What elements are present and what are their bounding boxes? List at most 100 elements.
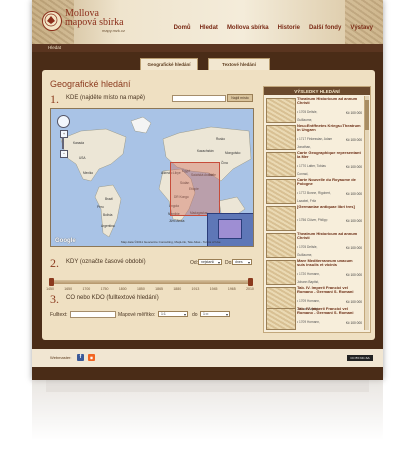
scale-to-label: do bbox=[192, 312, 198, 318]
result-thumbnail[interactable] bbox=[266, 233, 296, 258]
result-item[interactable]: Carte Geographique representant la Mer •… bbox=[266, 150, 362, 178]
place-search-input[interactable] bbox=[172, 95, 226, 102]
scale-from-select[interactable]: 1:1 bbox=[158, 311, 188, 317]
map-zoom-out-button[interactable]: − bbox=[60, 150, 68, 158]
results-scrollbar[interactable] bbox=[364, 96, 369, 330]
breadcrumb-bar: Hledat bbox=[32, 44, 383, 52]
timeline-end-handle[interactable] bbox=[248, 278, 253, 286]
map-label-bolivia: Bolivia bbox=[103, 213, 113, 217]
timeline-tick: 1913 bbox=[191, 287, 200, 291]
result-title[interactable]: Mare Mediterraneum unacum suis insulis e… bbox=[297, 258, 361, 268]
search-map[interactable]: Kanada USA Mexiko Brazil Peru Bolivia Ar… bbox=[50, 108, 254, 247]
from-select[interactable]: nejstarší bbox=[198, 259, 222, 265]
result-title[interactable]: Tab. IV. Imperii Francici vel Romano - G… bbox=[297, 285, 361, 295]
find-place-button[interactable]: Najdi místo bbox=[227, 94, 253, 102]
timeline-tick: 1450 bbox=[46, 287, 54, 291]
scale-label: Mapové měřítko: bbox=[118, 312, 156, 318]
result-seller: Conrad, bbox=[297, 172, 309, 176]
result-thumbnail[interactable] bbox=[266, 260, 296, 285]
fulltext-label: Fulltext: bbox=[50, 312, 68, 318]
footer: Webmaster: f ◉ CC BY-NC-SA bbox=[32, 349, 383, 367]
result-thumbnail[interactable] bbox=[266, 98, 296, 123]
map-label-argentina: Argentina bbox=[101, 224, 115, 228]
google-logo: Google bbox=[55, 238, 76, 244]
result-title[interactable]: Tab. IV. Imperii Francici vel Romano - G… bbox=[297, 306, 361, 316]
result-price: Kč 100 000 bbox=[345, 138, 362, 142]
top-nav: Domů Hledat Mollova sbírka Historie Dalš… bbox=[174, 25, 373, 31]
result-item[interactable]: Theatrum Historicum ad annum Christi • 1… bbox=[266, 231, 362, 259]
step2-number: 2. bbox=[50, 256, 59, 270]
map-pan-control[interactable] bbox=[57, 115, 70, 128]
search-panel: Geografické hledání 1. KDE (najděte míst… bbox=[42, 70, 375, 340]
result-item[interactable]: Carte Nouvelle du Royaume de Pologne • 1… bbox=[266, 177, 362, 205]
timeline-tick: 1865 bbox=[155, 287, 163, 291]
result-item[interactable]: Neu=Entffnetes Kriegs=Theatrum in Ungarn… bbox=[266, 123, 362, 151]
result-price: Kč 100 000 bbox=[345, 321, 362, 325]
map-attribution: Map data ©2011 Geocentre Consulting, Map… bbox=[121, 240, 221, 244]
step3-number: 3. bbox=[50, 292, 59, 306]
result-thumbnail[interactable] bbox=[266, 179, 296, 204]
result-seller: Guillaume, bbox=[297, 118, 313, 122]
result-item[interactable]: Theatrum Historicum ad annum Christi • 1… bbox=[266, 96, 362, 124]
result-title[interactable]: [Germaniae antiquae libri tres] bbox=[297, 204, 361, 209]
timeline-tick: 1880 bbox=[173, 287, 182, 291]
result-title[interactable]: Carte Nouvelle du Royaume de Pologne bbox=[297, 177, 361, 187]
map-overview-viewport[interactable] bbox=[218, 219, 242, 239]
result-thumbnail[interactable] bbox=[266, 206, 296, 231]
map-label-cina: Čína bbox=[221, 161, 228, 165]
rss-icon[interactable]: ◉ bbox=[88, 354, 95, 361]
result-title[interactable]: Theatrum Historicum ad annum Christi bbox=[297, 231, 361, 241]
timeline-tick: 1750 bbox=[100, 287, 109, 291]
nav-dalsi-fondy[interactable]: Další fondy bbox=[309, 25, 341, 31]
result-price: Kč 100 000 bbox=[345, 273, 362, 277]
result-seller: Johann Baptist, bbox=[297, 280, 319, 284]
logo-title-line2[interactable]: mapová sbírka bbox=[65, 18, 124, 28]
nav-domu[interactable]: Domů bbox=[174, 25, 191, 31]
logo-url: mapy.mzk.cz bbox=[102, 28, 126, 33]
timeline-tick: 1945 bbox=[209, 287, 218, 291]
result-seller: Guillaume, bbox=[297, 253, 313, 257]
map-label-mongolsko: Mongolsko bbox=[225, 151, 241, 155]
cc-license-badge[interactable]: CC BY-NC-SA bbox=[347, 355, 373, 361]
nav-vystavy[interactable]: Výstavy bbox=[350, 25, 373, 31]
nav-mollova-sbirka[interactable]: Mollova sbírka bbox=[227, 25, 269, 31]
header-map-texture-right bbox=[345, 0, 383, 44]
timeline-ticks: 1450 1650 1700 1750 1800 1850 1865 1880 … bbox=[46, 287, 254, 293]
map-label-jizni-afrika: Jižní Afrika bbox=[169, 219, 185, 223]
result-title[interactable]: Neu=Entffnetes Kriegs=Theatrum in Ungarn bbox=[297, 123, 361, 133]
result-thumbnail[interactable] bbox=[266, 308, 296, 330]
page-title: Geografické hledání bbox=[50, 79, 131, 89]
map-label-rusko: Rusko bbox=[216, 137, 226, 141]
result-price: Kč 100 000 bbox=[345, 165, 362, 169]
result-thumbnail[interactable] bbox=[266, 125, 296, 150]
map-zoom-slider[interactable] bbox=[62, 137, 64, 149]
breadcrumb[interactable]: Hledat bbox=[48, 45, 61, 50]
fulltext-input[interactable] bbox=[70, 311, 116, 318]
map-label-peru: Peru bbox=[97, 205, 104, 209]
nav-hledat[interactable]: Hledat bbox=[200, 25, 218, 31]
result-seller: Jonathan, bbox=[297, 145, 312, 149]
to-select[interactable]: dnes bbox=[232, 259, 252, 265]
result-item[interactable]: [Germaniae antiquae libri tres] • 1756 C… bbox=[266, 204, 362, 232]
timeline-slider[interactable] bbox=[49, 278, 253, 286]
result-thumbnail[interactable] bbox=[266, 152, 296, 177]
result-title[interactable]: Carte Geographique representant la Mer bbox=[297, 150, 361, 160]
timeline-tick: 1650 bbox=[64, 287, 73, 291]
timeline-start-handle[interactable] bbox=[49, 278, 54, 286]
from-label: Od: bbox=[190, 260, 199, 266]
result-item[interactable]: Tab. IV. Imperii Francici vel Romano - G… bbox=[266, 306, 362, 331]
result-title[interactable]: Theatrum Historicum ad annum Christi bbox=[297, 96, 361, 106]
result-item[interactable]: Mare Mediterraneum unacum suis insulis e… bbox=[266, 258, 362, 286]
results-scrollbar-thumb[interactable] bbox=[365, 100, 369, 130]
webmaster-label: Webmaster: bbox=[50, 355, 72, 360]
nav-historie[interactable]: Historie bbox=[278, 25, 300, 31]
logo-seal-icon[interactable] bbox=[42, 11, 62, 31]
map-label-kazachstan: Kazachstán bbox=[197, 149, 214, 153]
result-price: Kč 100 000 bbox=[345, 300, 362, 304]
results-header: VÝSLEDKY HLEDÁNÍ bbox=[264, 87, 370, 95]
facebook-icon[interactable]: f bbox=[77, 354, 84, 361]
map-selection-area[interactable] bbox=[170, 162, 220, 216]
timeline-tick: 1850 bbox=[136, 287, 145, 291]
scale-to-select[interactable]: 1:∞ bbox=[200, 311, 230, 317]
result-price: Kč 100 000 bbox=[345, 111, 362, 115]
